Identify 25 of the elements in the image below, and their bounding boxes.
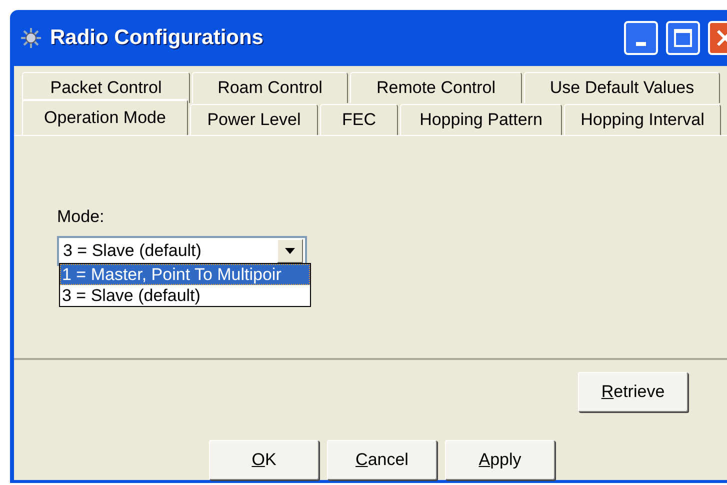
retrieve-button[interactable]: Retrieve	[578, 372, 688, 412]
minimize-icon	[636, 42, 646, 46]
tab[interactable]: Hopping Pattern	[400, 104, 562, 135]
minimize-button[interactable]	[624, 21, 658, 55]
dialog-button[interactable]: Apply	[445, 440, 555, 480]
dropdown-option[interactable]: 1 = Master, Point To Multipoir	[60, 264, 310, 285]
tab[interactable]: Remote Control	[350, 72, 522, 103]
tab[interactable]: Hopping Interval	[564, 104, 721, 135]
star-icon	[20, 27, 42, 49]
mode-dropdown[interactable]: 3 = Slave (default)	[57, 236, 307, 266]
maximize-icon	[674, 29, 692, 47]
caret-icon	[285, 248, 295, 254]
tab[interactable]: Use Default Values	[524, 72, 720, 103]
dropdown-value: 3 = Slave (default)	[63, 240, 202, 262]
tab[interactable]: FEC	[320, 104, 398, 135]
tab[interactable]: Operation Mode	[22, 99, 188, 135]
dialog-button[interactable]: Cancel	[327, 440, 437, 480]
tab[interactable]: Roam Control	[192, 72, 348, 103]
dropdown-button[interactable]	[277, 238, 303, 262]
dropdown-option[interactable]: 3 = Slave (default)	[60, 285, 310, 306]
tab[interactable]: Power Level	[190, 104, 318, 135]
window-title: Radio Configurations	[50, 25, 264, 52]
dialog-button[interactable]: OK	[209, 440, 319, 480]
maximize-button[interactable]	[666, 21, 700, 55]
mode-label: Mode:	[57, 206, 106, 228]
